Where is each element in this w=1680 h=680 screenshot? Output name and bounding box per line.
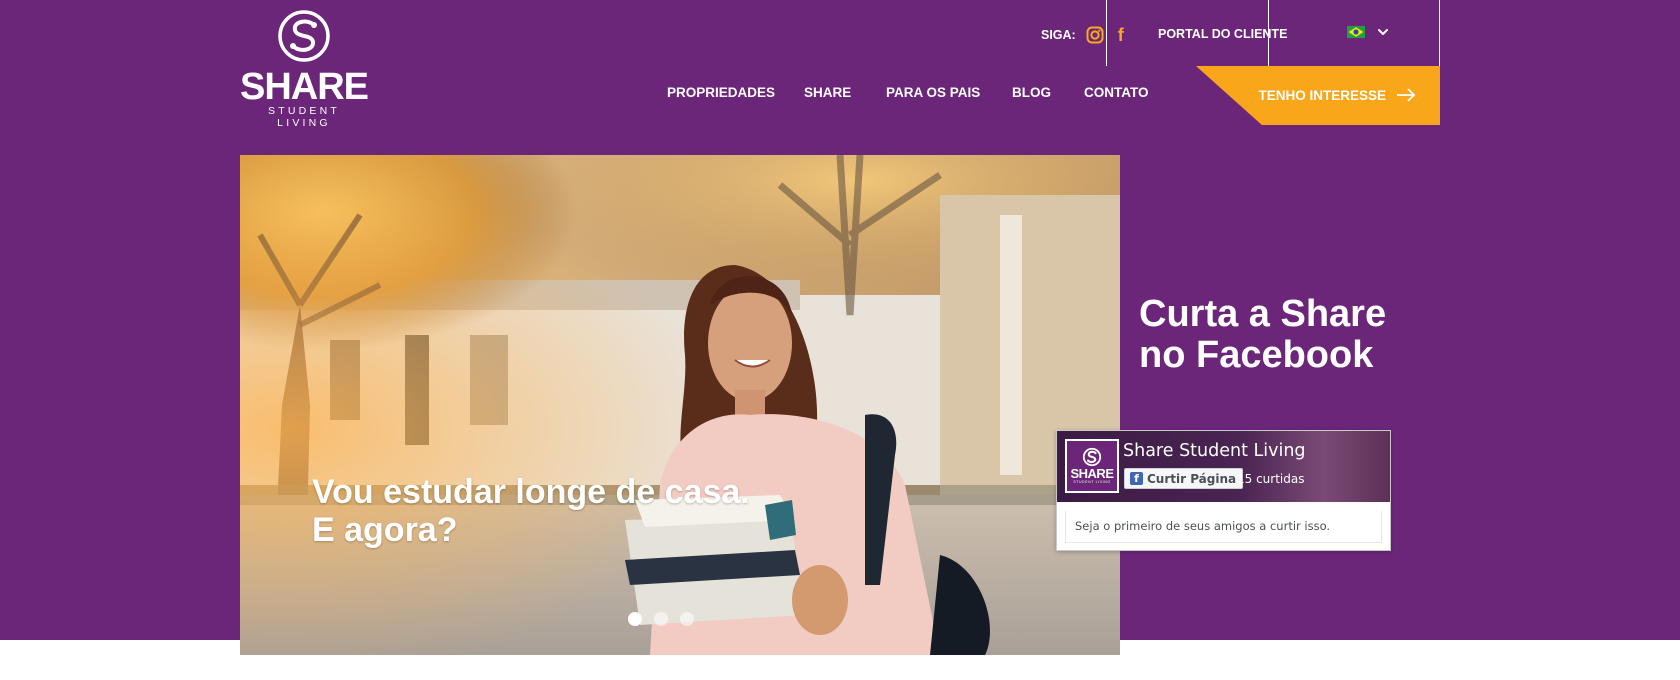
hero-caption-line2: E agora?	[312, 511, 458, 549]
social-follow: SIGA: f	[1041, 26, 1128, 44]
facebook-like-label: Curtir Página	[1147, 471, 1237, 486]
facebook-like-count: 15 curtidas	[1237, 472, 1305, 486]
facebook-page-name[interactable]: Share Student Living	[1123, 441, 1306, 461]
facebook-icon: f	[1130, 472, 1143, 485]
facebook-heading-line1: Curta a Share	[1139, 293, 1387, 335]
hero-caption: Vou estudar longe de casa. E agora?	[312, 473, 750, 549]
brand-tagline: STUDENT LIVING	[268, 105, 340, 129]
share-logo-icon	[1082, 447, 1102, 467]
facebook-heading-line2: no Facebook	[1139, 334, 1374, 376]
facebook-friends-text: Seja o primeiro de seus amigos a curtir …	[1065, 511, 1382, 543]
facebook-heading: Curta a Share no Facebook	[1139, 294, 1386, 376]
avatar-brand-name: SHARE	[1070, 466, 1114, 481]
facebook-page-widget: SHARE STUDENT LIVING Share Student Livin…	[1056, 430, 1391, 551]
nav-item-para-os-pais[interactable]: PARA OS PAIS	[886, 85, 980, 100]
nav-item-propriedades[interactable]: PROPRIEDADES	[667, 85, 775, 100]
facebook-cover: SHARE STUDENT LIVING Share Student Livin…	[1057, 431, 1390, 502]
brazil-flag-icon	[1347, 26, 1365, 38]
hero-image	[240, 155, 1120, 655]
slider-dot[interactable]	[628, 612, 642, 626]
header-divider	[1268, 0, 1269, 66]
follow-label: SIGA:	[1041, 28, 1076, 42]
slider-dot[interactable]	[680, 612, 694, 626]
nav-item-share[interactable]: SHARE	[804, 85, 851, 100]
nav-item-contato[interactable]: CONTATO	[1084, 85, 1149, 100]
header-divider	[1106, 0, 1107, 66]
slider-dots	[628, 612, 694, 626]
nav-item-blog[interactable]: BLOG	[1012, 85, 1051, 100]
facebook-page-avatar[interactable]: SHARE STUDENT LIVING	[1065, 439, 1119, 493]
slider-dot[interactable]	[654, 612, 668, 626]
hero-caption-line1: Vou estudar longe de casa.	[312, 473, 750, 511]
brand-logo[interactable]: SHARE STUDENT LIVING	[239, 8, 369, 129]
interest-button-label: TENHO INTERESSE	[1258, 88, 1386, 103]
instagram-icon[interactable]	[1086, 26, 1104, 44]
avatar-brand-tagline: STUDENT LIVING	[1073, 480, 1111, 484]
language-selector[interactable]	[1347, 26, 1389, 38]
brand-name: SHARE	[239, 66, 369, 108]
header-divider	[1439, 0, 1440, 66]
facebook-like-button[interactable]: f Curtir Página	[1124, 468, 1244, 489]
arrow-right-icon	[1397, 88, 1416, 102]
chevron-down-icon	[1378, 29, 1388, 35]
facebook-icon[interactable]: f	[1114, 26, 1128, 44]
hero-slider: Vou estudar longe de casa. E agora?	[240, 155, 1120, 655]
share-logo-icon	[278, 10, 330, 62]
